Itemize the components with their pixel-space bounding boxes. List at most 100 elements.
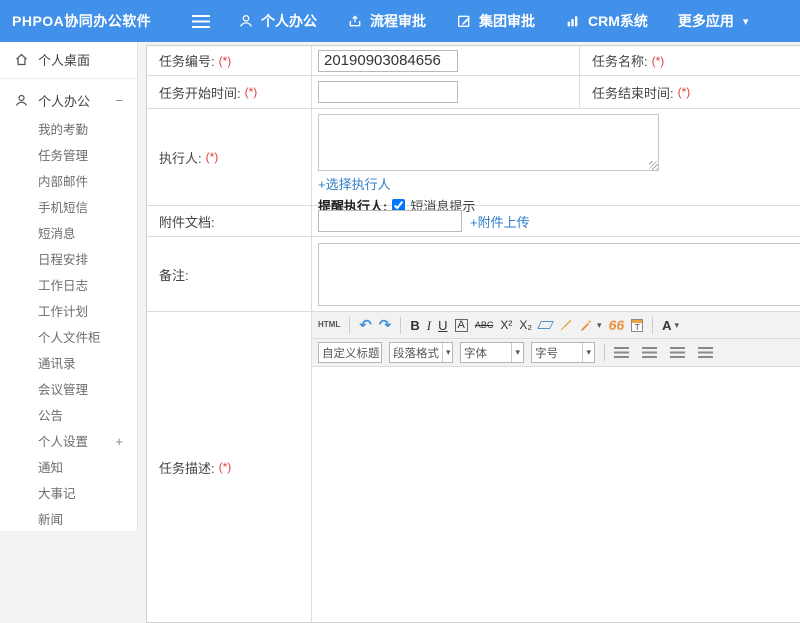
nav-workflow-approval[interactable]: 流程审批 xyxy=(347,11,426,31)
sidebar-item-work-log[interactable]: 工作日志 xyxy=(0,273,137,299)
person-icon xyxy=(238,13,254,29)
strikethrough-button[interactable]: ABC xyxy=(475,321,494,330)
sidebar-item-label: 新闻 xyxy=(38,513,63,527)
label-text: 附件文档: xyxy=(159,212,215,231)
label-text: 任务描述: xyxy=(159,458,215,477)
brush-icon[interactable] xyxy=(559,318,573,332)
sidebar-item-label: 个人桌面 xyxy=(38,50,90,69)
nav-crm-system[interactable]: CRM系统 xyxy=(565,11,648,31)
hamburger-menu-icon[interactable] xyxy=(192,15,210,28)
task-number-label: 任务编号: (*) xyxy=(147,46,312,75)
form-row-executor: 执行人: (*) +选择执行人 提醒执行人: 短消息提示 xyxy=(147,109,800,206)
sidebar-item-news[interactable]: 新闻 xyxy=(0,507,137,533)
sidebar-item-internal-mail[interactable]: 内部邮件 xyxy=(0,169,137,195)
italic-button[interactable]: I xyxy=(427,319,431,332)
align-center-icon[interactable] xyxy=(642,347,657,358)
blockquote-button[interactable]: 66 xyxy=(609,318,625,332)
attachment-label: 附件文档: xyxy=(147,206,312,236)
sidebar-item-attendance[interactable]: 我的考勤 xyxy=(0,117,137,143)
align-justify-icon[interactable] xyxy=(698,347,713,358)
divider xyxy=(604,344,605,361)
executor-textarea[interactable] xyxy=(318,114,659,171)
font-color-button[interactable]: A ▾ xyxy=(662,319,679,332)
sidebar-item-label: 工作日志 xyxy=(38,279,88,293)
paste-text-icon[interactable]: T xyxy=(631,319,643,332)
caret-down-icon: ▾ xyxy=(743,15,749,28)
divider xyxy=(349,317,350,334)
align-left-icon[interactable] xyxy=(614,347,629,358)
task-number-input[interactable] xyxy=(318,50,458,72)
sidebar-item-label: 个人设置 xyxy=(38,435,88,449)
sidebar-item-label: 工作计划 xyxy=(38,305,88,319)
undo-icon[interactable]: ↶ xyxy=(359,318,372,333)
magic-wand-icon[interactable]: ▾ xyxy=(580,318,602,332)
editor-content-area[interactable] xyxy=(312,367,800,622)
expand-plus-icon[interactable]: + xyxy=(115,429,123,455)
top-nav: 个人办公 流程审批 集团审批 CRM系统 更多应用 ▾ xyxy=(238,11,778,31)
sidebar-item-label: 个人文件柜 xyxy=(38,331,101,345)
editor-toolbar-row1: HTML ↶ ↷ B I U A ABC X² X₂ ▾ xyxy=(312,312,800,339)
attachment-input[interactable] xyxy=(318,210,462,232)
dropdown-label: 字体 xyxy=(464,345,487,361)
sidebar-item-work-plan[interactable]: 工作计划 xyxy=(0,299,137,325)
subscript-button[interactable]: X₂ xyxy=(519,319,532,331)
align-right-icon[interactable] xyxy=(670,347,685,358)
dropdown-label: 字号 xyxy=(535,345,558,361)
remark-textarea[interactable] xyxy=(318,243,800,306)
sidebar-item-notice[interactable]: 通知 xyxy=(0,455,137,481)
label-text: 执行人: xyxy=(159,148,202,167)
sidebar-item-file-cabinet[interactable]: 个人文件柜 xyxy=(0,325,137,351)
eraser-icon[interactable] xyxy=(539,321,552,329)
eraser-shape xyxy=(537,321,554,329)
resize-grip-icon[interactable] xyxy=(649,161,658,170)
sidebar-item-meeting-management[interactable]: 会议管理 xyxy=(0,377,137,403)
form-row-description: 任务描述: (*) HTML ↶ ↷ B I U A ABC X² X₂ xyxy=(147,312,800,622)
divider xyxy=(400,317,401,334)
sidebar-item-label: 手机短信 xyxy=(38,201,88,215)
paragraph-format-dropdown[interactable]: 段落格式 ▾ xyxy=(389,342,453,363)
sidebar-item-task-management[interactable]: 任务管理 xyxy=(0,143,137,169)
sidebar-item-label: 公告 xyxy=(38,409,63,423)
required-mark: (*) xyxy=(219,54,232,68)
sidebar-item-announcement[interactable]: 公告 xyxy=(0,403,137,429)
bold-button[interactable]: B xyxy=(410,319,419,332)
font-size-dropdown[interactable]: 字号 ▾ xyxy=(531,342,595,363)
html-source-button[interactable]: HTML xyxy=(318,321,340,329)
caret-down-icon: ▾ xyxy=(675,321,680,330)
start-time-label: 任务开始时间: (*) xyxy=(147,76,312,108)
app-logo: PHPOA协同办公软件 xyxy=(0,11,178,31)
caret-down-icon: ▾ xyxy=(597,321,602,330)
redo-icon[interactable]: ↷ xyxy=(379,318,392,333)
underline-button[interactable]: U xyxy=(438,319,447,332)
form-row-start-time: 任务开始时间: (*) 任务结束时间: (*) xyxy=(147,76,800,109)
caret-down-icon: ▾ xyxy=(442,343,451,362)
sidebar-item-schedule[interactable]: 日程安排 xyxy=(0,247,137,273)
publish-task-form: 任务编号: (*) 任务名称: (*) 任务开始时间: (*) 任务结束时间: … xyxy=(146,45,800,623)
sidebar-item-mobile-sms[interactable]: 手机短信 xyxy=(0,195,137,221)
top-bar: PHPOA协同办公软件 个人办公 流程审批 集团审批 CRM系统 更多应用 ▾ xyxy=(0,0,800,42)
font-family-dropdown[interactable]: 字体 ▾ xyxy=(460,342,524,363)
sidebar-item-short-message[interactable]: 短消息 xyxy=(0,221,137,247)
nav-label: 集团审批 xyxy=(479,11,535,31)
font-style-button[interactable]: A xyxy=(455,319,468,332)
superscript-button[interactable]: X² xyxy=(500,319,512,331)
nav-group-approval[interactable]: 集团审批 xyxy=(456,11,535,31)
person-icon xyxy=(14,93,29,108)
form-row-attachment: 附件文档: +附件上传 xyxy=(147,206,800,237)
attachment-upload-link[interactable]: +附件上传 xyxy=(470,212,530,231)
nav-more-apps[interactable]: 更多应用 ▾ xyxy=(678,11,749,31)
collapse-minus-icon[interactable]: − xyxy=(115,93,123,108)
required-mark: (*) xyxy=(678,85,691,99)
bar-chart-icon xyxy=(565,13,581,29)
sidebar-item-personal-settings[interactable]: 个人设置 + xyxy=(0,429,137,455)
task-name-label: 任务名称: (*) xyxy=(580,46,800,75)
select-executor-link[interactable]: +选择执行人 xyxy=(318,174,391,193)
editor-toolbar-row2: 自定义标题 ▾ 段落格式 ▾ 字体 ▾ 字号 ▾ xyxy=(312,339,800,367)
sidebar-item-desktop[interactable]: 个人桌面 xyxy=(0,42,137,76)
custom-title-dropdown[interactable]: 自定义标题 ▾ xyxy=(318,342,382,363)
sidebar-item-contacts[interactable]: 通讯录 xyxy=(0,351,137,377)
sidebar-item-personal-office[interactable]: 个人办公 − xyxy=(0,83,137,117)
start-time-input[interactable] xyxy=(318,81,458,103)
nav-personal-office[interactable]: 个人办公 xyxy=(238,11,317,31)
sidebar-item-memorabilia[interactable]: 大事记 xyxy=(0,481,137,507)
